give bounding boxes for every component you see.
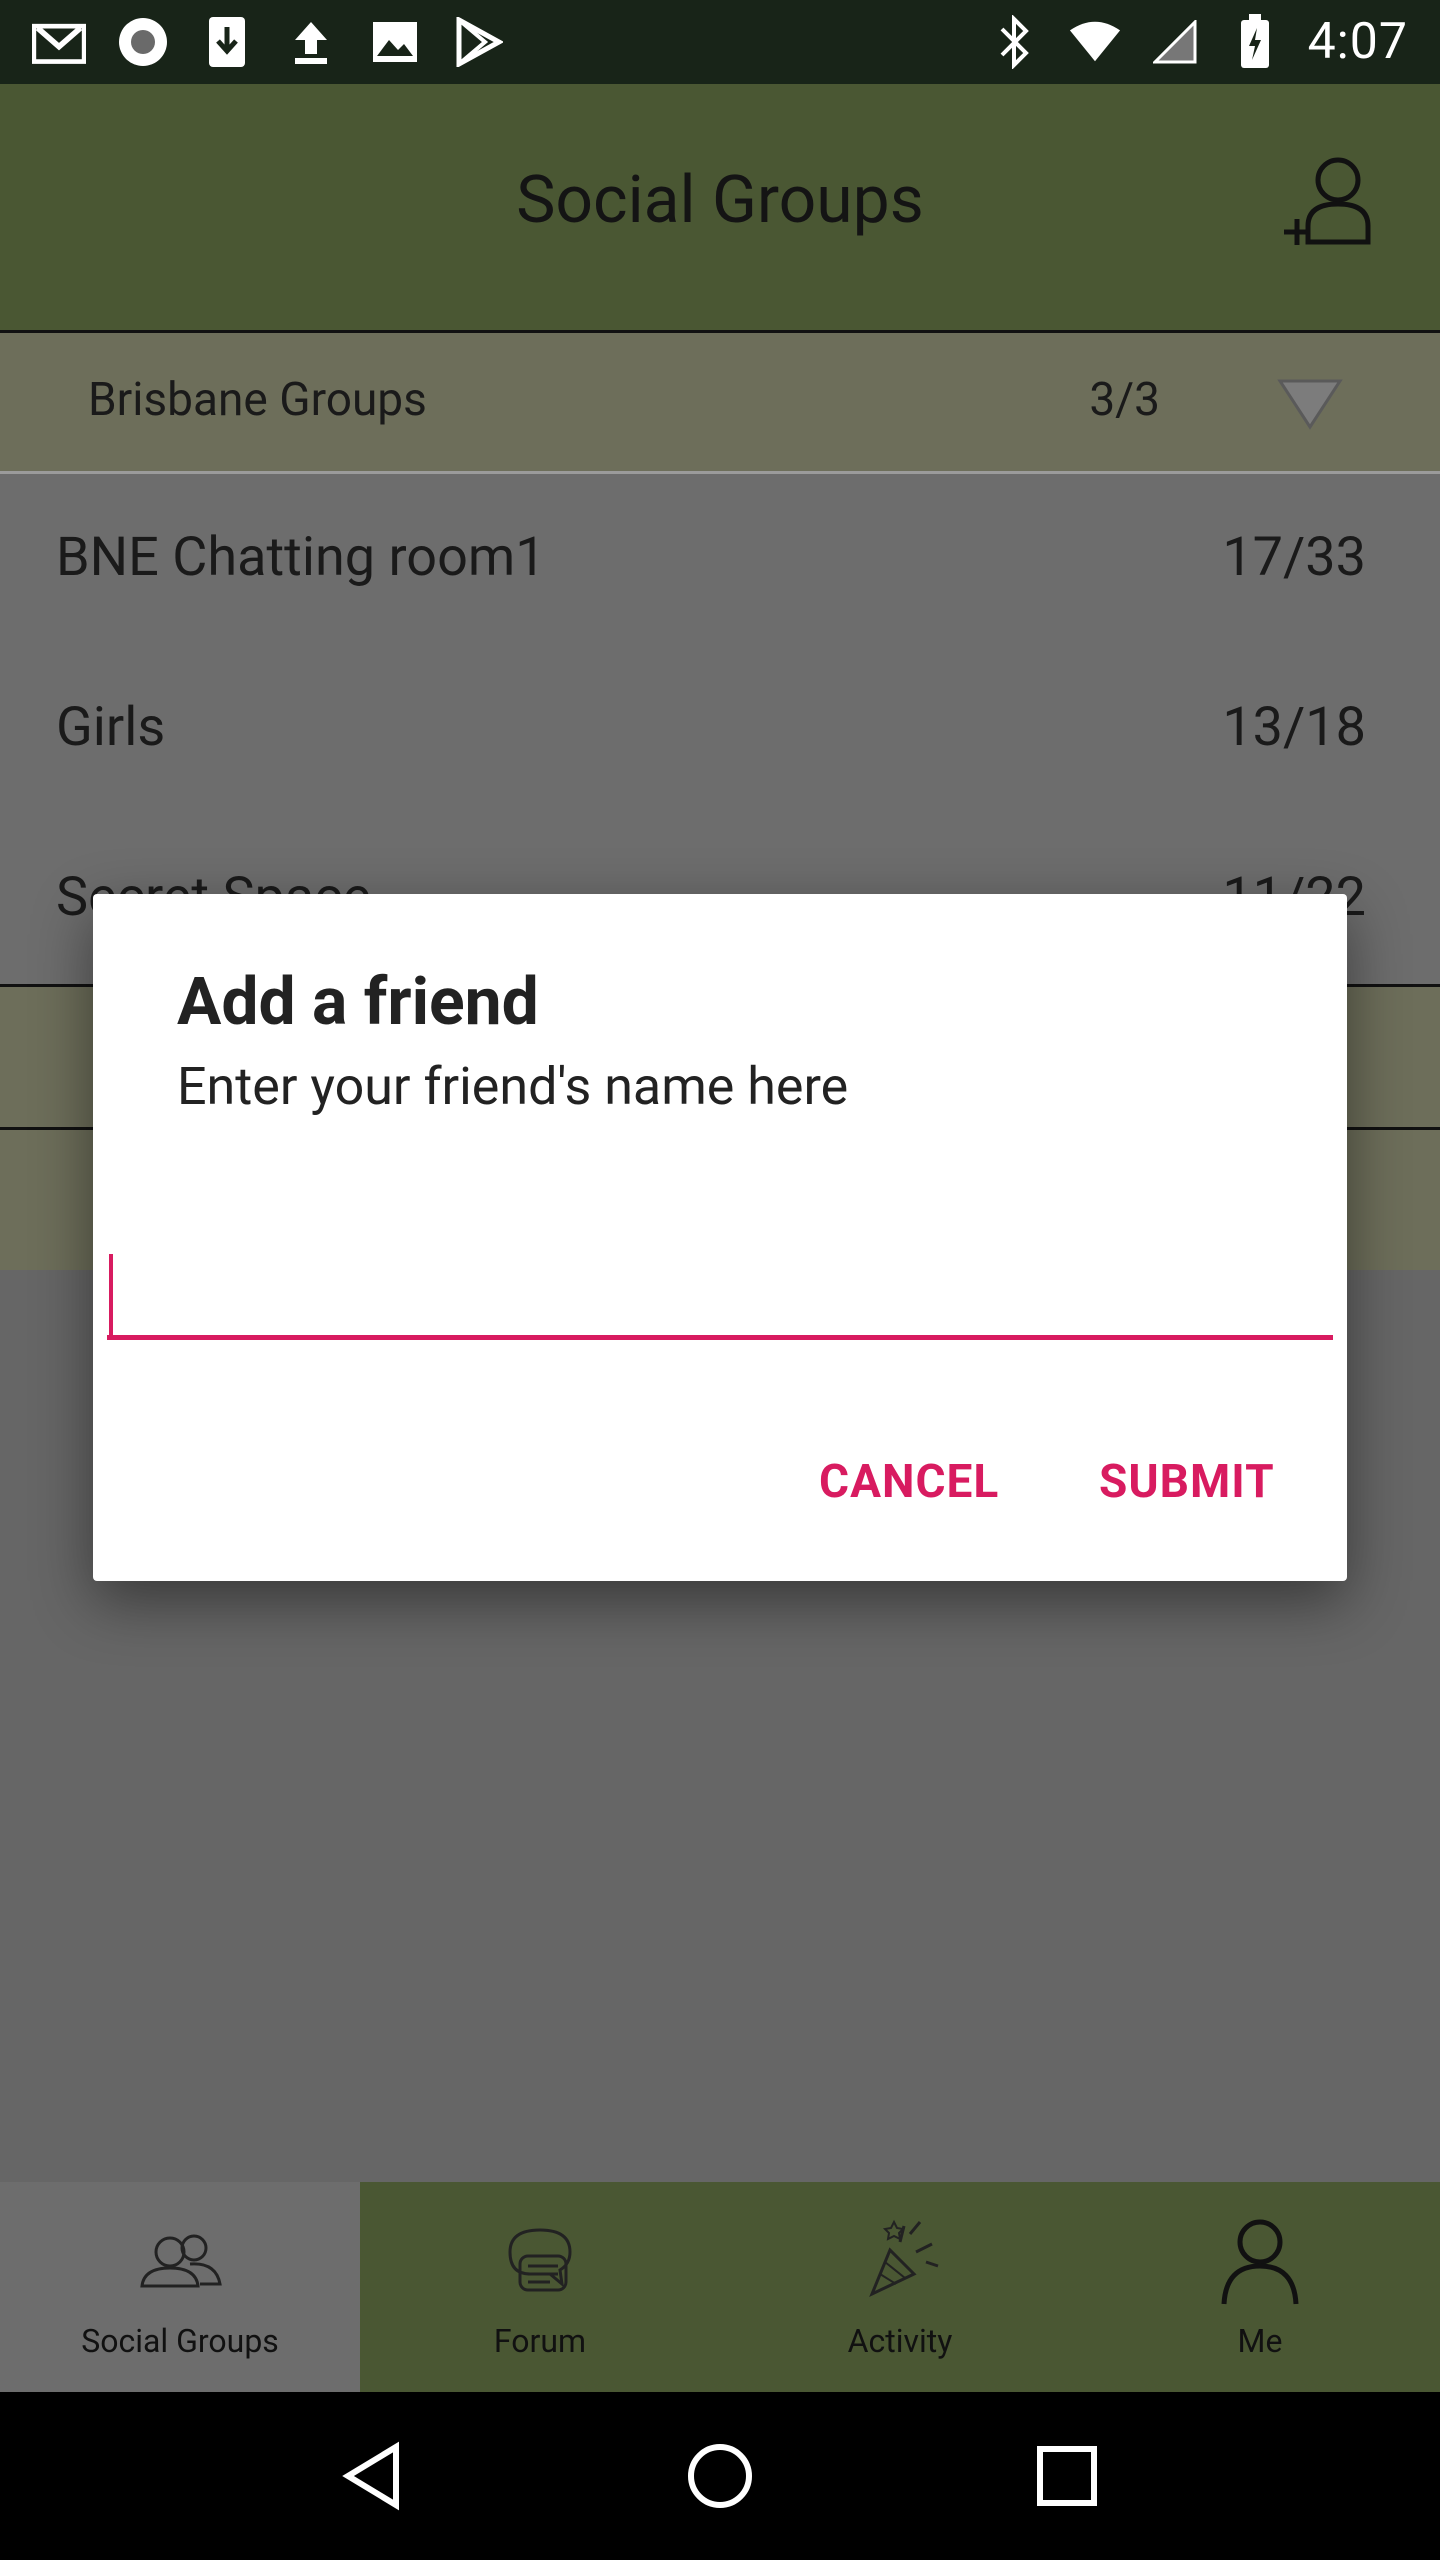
back-button[interactable]	[333, 2436, 413, 2516]
group-name: BNE Chatting room1	[56, 526, 546, 589]
text-cursor	[109, 1254, 113, 1338]
nav-social-groups[interactable]: Social Groups	[0, 2182, 360, 2392]
add-friend-button[interactable]	[1280, 154, 1380, 254]
back-icon	[342, 2441, 400, 2511]
nav-label: Social Groups	[81, 2322, 279, 2360]
upload-icon	[284, 15, 338, 69]
gmail-icon	[32, 15, 86, 69]
person-icon	[1221, 2219, 1299, 2305]
nav-label: Forum	[493, 2322, 587, 2360]
dropdown-triangle-icon[interactable]	[1270, 369, 1350, 439]
recents-button[interactable]	[1027, 2436, 1107, 2516]
group-header-title: Brisbane Groups	[88, 373, 427, 427]
cancel-button[interactable]: CANCEL	[813, 1454, 1005, 1510]
group-header-brisbane[interactable]: Brisbane Groups 3/3	[0, 333, 1440, 471]
page-title: Social Groups	[516, 162, 924, 239]
image-icon	[368, 15, 422, 69]
bottom-navigation: Social Groups Forum Activity Me	[0, 2182, 1440, 2392]
status-time: 4:07	[1307, 13, 1408, 71]
friend-name-input[interactable]	[107, 1244, 1333, 1340]
nav-label: Me	[1237, 2322, 1283, 2360]
dialog-message: Enter your friend's name here	[177, 1056, 849, 1117]
nav-label: Activity	[847, 2322, 953, 2360]
home-icon	[687, 2444, 752, 2508]
party-popper-icon	[869, 2219, 939, 2298]
submit-button[interactable]: SUBMIT	[1093, 1454, 1281, 1510]
add-friend-dialog: Add a friend Enter your friend's name he…	[93, 894, 1347, 1581]
recents-icon	[1036, 2446, 1097, 2506]
nav-forum[interactable]: Forum	[360, 2182, 720, 2392]
signal-icon	[1148, 15, 1202, 69]
battery-icon	[1228, 14, 1282, 69]
home-button[interactable]	[680, 2436, 760, 2516]
bluetooth-icon	[988, 15, 1042, 69]
status-bar: 4:07	[0, 0, 1440, 84]
nav-activity[interactable]: Activity	[720, 2182, 1080, 2392]
group-row[interactable]: BNE Chatting room1 17/33	[0, 474, 1440, 647]
record-icon	[116, 15, 170, 69]
people-icon	[140, 2234, 222, 2288]
add-friend-icon	[1284, 157, 1371, 245]
wifi-icon	[1068, 15, 1122, 69]
dialog-title: Add a friend	[177, 964, 539, 1041]
nav-me[interactable]: Me	[1080, 2182, 1440, 2392]
play-store-icon	[452, 15, 506, 69]
group-count: 17/33	[1222, 526, 1366, 589]
app-bar: Social Groups	[0, 84, 1440, 333]
chat-bubbles-icon	[508, 2228, 572, 2292]
group-header-count: 3/3	[1089, 373, 1160, 427]
group-row[interactable]: Girls 13/18	[0, 644, 1440, 817]
download-icon	[200, 15, 254, 69]
group-count: 13/18	[1222, 696, 1366, 759]
group-name: Girls	[56, 696, 166, 759]
system-navigation-bar	[0, 2392, 1440, 2560]
